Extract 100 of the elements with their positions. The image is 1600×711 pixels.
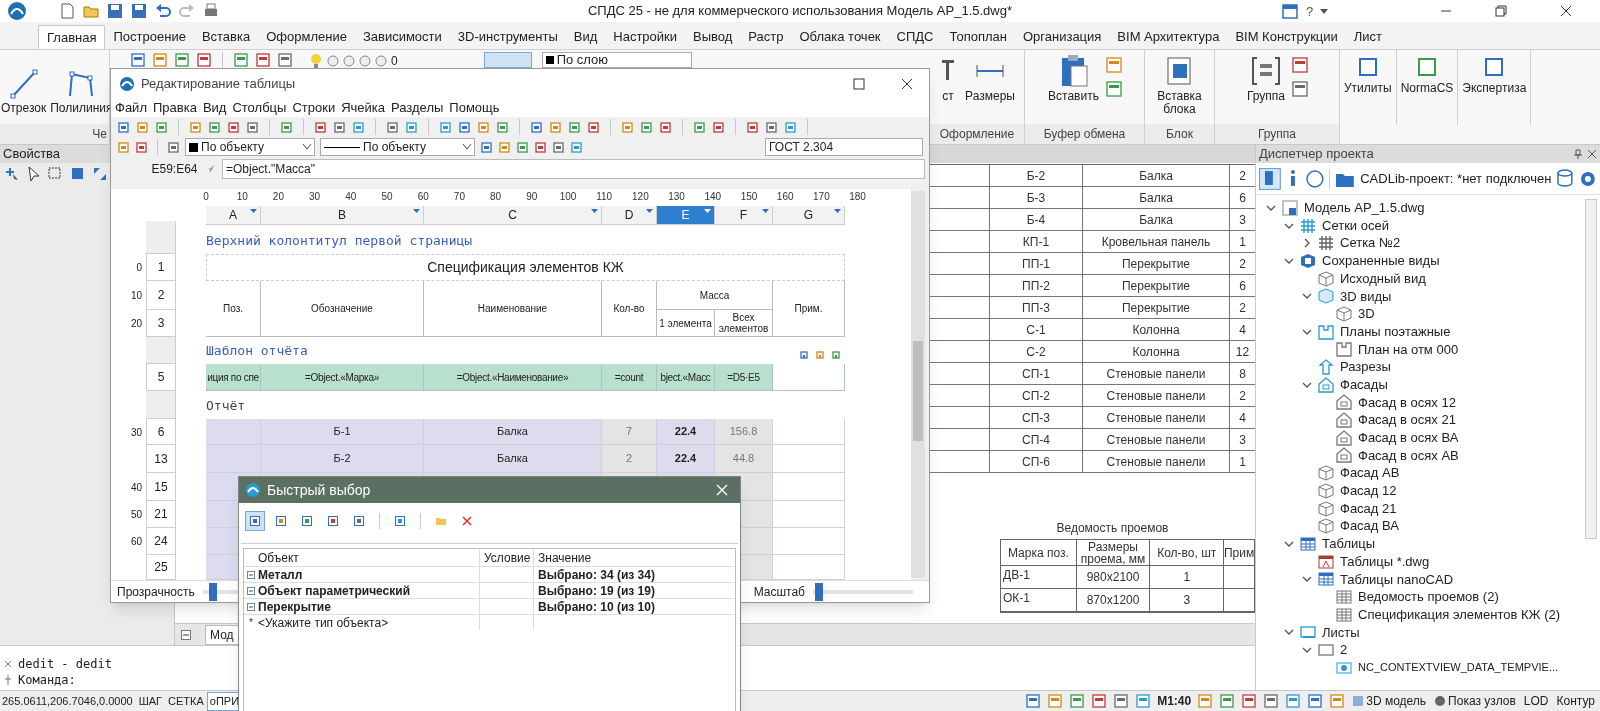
help-button[interactable]: ? xyxy=(1306,2,1314,22)
add-selection-icon[interactable] xyxy=(4,166,20,182)
menu-item[interactable]: Помощь xyxy=(449,98,500,118)
column-header[interactable]: G xyxy=(773,206,845,225)
toolbar-icon[interactable] xyxy=(1285,693,1302,709)
toolbar-icon[interactable] xyxy=(1047,693,1064,709)
toolbar-icon[interactable] xyxy=(136,120,149,134)
toolbar-icon[interactable] xyxy=(227,120,240,134)
expand-chevron-icon[interactable] xyxy=(1302,238,1312,249)
expand-icon[interactable] xyxy=(247,570,255,579)
caret-icon[interactable] xyxy=(646,209,653,214)
model-tab[interactable]: Мод xyxy=(205,624,239,645)
toolbar-icon[interactable] xyxy=(333,120,346,134)
scrollbar[interactable] xyxy=(911,191,925,578)
menu-item[interactable]: Правка xyxy=(152,98,197,118)
toolbar-icon[interactable] xyxy=(659,120,672,134)
settings-icon[interactable] xyxy=(1579,169,1597,188)
caret-icon[interactable] xyxy=(303,144,311,150)
column-header[interactable]: E xyxy=(657,206,715,225)
status-toggle[interactable]: СЕТКА xyxy=(165,691,207,711)
ribbon-tab[interactable]: Вид xyxy=(565,25,606,49)
toolbar-icon[interactable] xyxy=(152,52,168,68)
save-icon[interactable] xyxy=(130,2,148,20)
toolbar-icon[interactable] xyxy=(693,120,706,134)
ribbon-button[interactable]: Вставить xyxy=(1046,50,1101,103)
scale-label[interactable]: M1:40 xyxy=(1157,692,1192,710)
toolbar-icon[interactable] xyxy=(1307,693,1324,709)
slider-thumb[interactable] xyxy=(208,582,217,601)
fill-dropdown[interactable]: По объекту xyxy=(185,138,315,156)
toolbar-icon[interactable] xyxy=(1197,693,1214,709)
tree-item[interactable]: Разрезы xyxy=(1340,357,1391,377)
tree-item[interactable]: Фасад ВА xyxy=(1340,516,1399,536)
tree-item[interactable]: Листы xyxy=(1322,622,1360,643)
ribbon-button[interactable]: Отрезок xyxy=(0,64,48,115)
toolbar-icon[interactable] xyxy=(208,120,221,134)
caret-icon[interactable] xyxy=(250,209,257,214)
menu-item[interactable]: Столбцы xyxy=(232,98,287,118)
toolbar-icon[interactable] xyxy=(746,120,759,134)
toolbar-icon[interactable] xyxy=(1113,693,1130,709)
toolbar-icon[interactable] xyxy=(189,120,202,134)
menu-item[interactable]: Строки xyxy=(292,98,336,118)
tree-item[interactable]: Таблицы nanoCAD xyxy=(1340,569,1454,590)
toolbar-icon[interactable] xyxy=(587,120,600,134)
tree-item[interactable]: Модель АР_1.5.dwg xyxy=(1304,198,1425,218)
pointer-icon[interactable] xyxy=(26,166,42,182)
dropdown-caret-icon[interactable] xyxy=(1320,9,1328,15)
toolbar-icon[interactable] xyxy=(552,140,565,154)
toolbar-icon[interactable] xyxy=(1104,56,1123,74)
toolbar-icon[interactable] xyxy=(117,140,130,154)
select-window-icon[interactable] xyxy=(48,166,64,182)
status-button[interactable]: Контур xyxy=(1555,692,1596,710)
tree-item[interactable]: 2 xyxy=(1340,640,1348,660)
ribbon-button[interactable]: Размеры xyxy=(963,50,1017,103)
caret-icon[interactable] xyxy=(463,144,471,150)
scrollbar-thumb[interactable] xyxy=(913,341,923,441)
slider[interactable] xyxy=(813,582,913,601)
ribbon-tab[interactable]: Настройки xyxy=(605,25,686,49)
color-swatch[interactable] xyxy=(483,52,532,68)
toolbar-icon[interactable] xyxy=(530,120,543,134)
tree-item[interactable]: Ведомость проемов (2) xyxy=(1358,587,1499,607)
tree-item[interactable]: Сетки осей xyxy=(1322,215,1389,236)
toolbar-icon[interactable] xyxy=(1291,80,1309,98)
toolbar-icon[interactable] xyxy=(1219,693,1236,709)
tree-item[interactable]: Фасад АВ xyxy=(1340,463,1400,483)
tree-item[interactable]: 3D xyxy=(1358,304,1375,324)
ribbon-tab[interactable]: СПДС xyxy=(888,25,942,49)
undo-icon[interactable] xyxy=(154,2,172,20)
ribbon-tab[interactable]: 3D-инструменты xyxy=(449,25,566,49)
toolbar-icon[interactable] xyxy=(352,120,365,134)
tree-item[interactable]: План на отм 000 xyxy=(1358,339,1459,360)
toolbar-icon[interactable] xyxy=(815,350,825,360)
ribbon-button[interactable]: Утилиты xyxy=(1340,50,1397,125)
caret-icon[interactable] xyxy=(591,209,598,214)
status-button[interactable]: 3D модель xyxy=(1351,692,1428,710)
toolbar-icon[interactable] xyxy=(570,140,583,154)
column-header[interactable]: B xyxy=(261,206,424,225)
ribbon-tab[interactable]: Зависимости xyxy=(354,25,450,49)
tree-item[interactable]: Фасады xyxy=(1340,374,1388,395)
toolbar-icon[interactable] xyxy=(534,140,547,154)
quick-select-icon[interactable] xyxy=(92,166,108,182)
toolbar-icon[interactable] xyxy=(458,120,471,134)
toolbar-icon[interactable] xyxy=(799,350,809,360)
slider-thumb[interactable] xyxy=(815,582,823,601)
column-header[interactable]: C xyxy=(424,206,602,225)
select-objects-icon[interactable] xyxy=(70,166,86,182)
column-header[interactable]: D xyxy=(602,206,657,225)
tree-item[interactable]: Таблицы *.dwg xyxy=(1340,551,1430,572)
toolbar-icon[interactable] xyxy=(477,120,490,134)
ribbon-button[interactable]: Группа xyxy=(1244,50,1287,103)
ribbon-tab[interactable]: Растр xyxy=(740,25,792,49)
toolbar-icon[interactable] xyxy=(280,120,293,134)
caret-icon[interactable] xyxy=(704,209,711,214)
table-cell[interactable]: <Укажите тип объекта> xyxy=(258,613,389,632)
toolbar-icon[interactable] xyxy=(1091,693,1108,709)
toolbar-icon[interactable] xyxy=(386,120,399,134)
toolbar-icon[interactable] xyxy=(496,120,509,134)
toolbar-icon[interactable] xyxy=(1025,693,1042,709)
ribbon-tab[interactable]: Главная xyxy=(38,25,106,49)
toolbar-icon[interactable] xyxy=(117,120,130,134)
toolbar-icon[interactable] xyxy=(568,120,581,134)
